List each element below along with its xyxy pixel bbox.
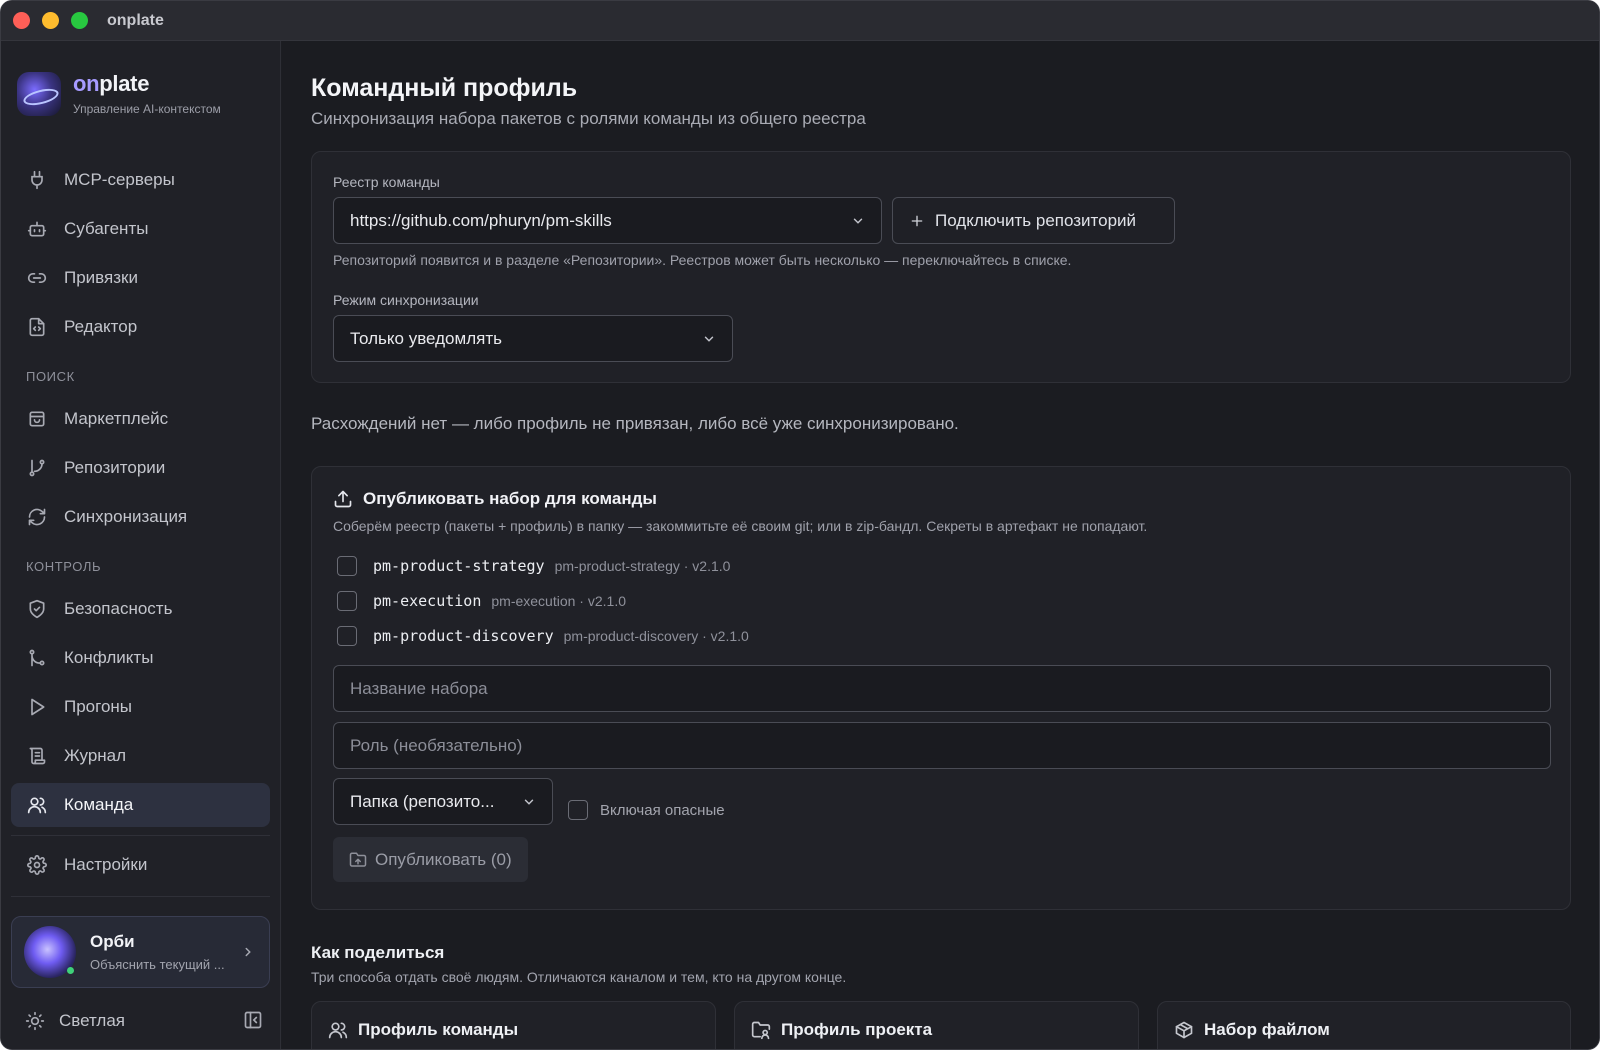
scroll-icon bbox=[26, 745, 48, 767]
sidebar-divider bbox=[11, 835, 270, 836]
link-icon bbox=[26, 267, 48, 289]
include-dangerous-toggle[interactable]: Включая опасные bbox=[568, 800, 725, 820]
git-branch-icon bbox=[26, 457, 48, 479]
registry-card: Реестр команды https://github.com/phuryn… bbox=[311, 151, 1571, 383]
publish-button[interactable]: Опубликовать (0) bbox=[333, 837, 528, 882]
window-title: onplate bbox=[107, 11, 164, 29]
sidebar-item-subagents[interactable]: Субагенты bbox=[11, 207, 270, 251]
chevron-down-icon bbox=[702, 332, 716, 346]
package-checkbox[interactable] bbox=[337, 556, 357, 576]
users-icon bbox=[328, 1020, 348, 1040]
brand-subtitle: Управление AI-контекстом bbox=[73, 102, 221, 116]
minimize-window-button[interactable] bbox=[42, 12, 59, 29]
sidebar-item-runs[interactable]: Прогоны bbox=[11, 685, 270, 729]
page-subtitle: Синхронизация набора пакетов с ролями ко… bbox=[311, 109, 866, 128]
git-merge-icon bbox=[26, 647, 48, 669]
share-card-team-profile[interactable]: Профиль команды bbox=[311, 1001, 716, 1049]
publish-card: Опубликовать набор для команды Соберём р… bbox=[311, 466, 1571, 910]
sun-icon bbox=[25, 1011, 47, 1031]
store-icon bbox=[26, 408, 48, 430]
code-file-icon bbox=[26, 316, 48, 338]
robot-icon bbox=[26, 218, 48, 240]
publish-title: Опубликовать набор для команды bbox=[363, 489, 657, 508]
title-bar: onplate bbox=[1, 1, 1599, 41]
main-content: Командный профиль Синхронизация набора п… bbox=[282, 41, 1599, 1049]
gear-icon bbox=[26, 854, 48, 876]
sidebar-item-marketplace[interactable]: Маркетплейс bbox=[11, 397, 270, 441]
play-icon bbox=[26, 696, 48, 718]
sidebar-item-journal[interactable]: Журнал bbox=[11, 734, 270, 778]
registry-label: Реестр команды bbox=[333, 174, 440, 190]
folder-user-icon bbox=[751, 1020, 771, 1040]
plus-icon bbox=[909, 213, 927, 229]
registry-hint: Репозиторий появится и в разделе «Репози… bbox=[333, 252, 1072, 268]
brand-logo bbox=[17, 71, 61, 116]
chevron-down-icon bbox=[522, 795, 536, 809]
sidebar-item-conflicts[interactable]: Конфликты bbox=[11, 636, 270, 680]
sidebar-item-mcp[interactable]: MCP-серверы bbox=[11, 158, 270, 202]
assistant-card[interactable]: Орби Объяснить текущий ... bbox=[11, 916, 270, 988]
role-input[interactable] bbox=[333, 722, 1551, 769]
sidebar-item-settings[interactable]: Настройки bbox=[11, 843, 270, 887]
sidebar-divider bbox=[11, 896, 270, 897]
refresh-icon bbox=[26, 506, 48, 528]
sidebar: onplate Управление AI-контекстом MCP-сер… bbox=[1, 41, 281, 1049]
shield-icon bbox=[26, 598, 48, 620]
theme-toggle[interactable]: Светлая bbox=[25, 1006, 265, 1036]
share-title: Как поделиться bbox=[311, 943, 445, 962]
brand-name: onplate bbox=[73, 71, 150, 96]
sidebar-collapse-icon[interactable] bbox=[243, 1010, 265, 1032]
section-label-search: ПОИСК bbox=[26, 369, 75, 384]
registry-select[interactable]: https://github.com/phuryn/pm-skills bbox=[333, 197, 882, 244]
page-title: Командный профиль bbox=[311, 74, 578, 102]
chevron-right-icon bbox=[241, 945, 255, 959]
sync-mode-label: Режим синхронизации bbox=[333, 292, 479, 308]
target-select[interactable]: Папка (репозито... bbox=[333, 778, 553, 825]
publish-description: Соберём реестр (пакеты + профиль) в папк… bbox=[333, 518, 1148, 534]
section-label-control: КОНТРОЛЬ bbox=[26, 559, 102, 574]
assistant-name: Орби bbox=[90, 932, 135, 951]
users-icon bbox=[26, 794, 48, 816]
app-window: onplate onplate Управление AI-контекстом… bbox=[0, 0, 1600, 1050]
assistant-avatar bbox=[24, 926, 76, 978]
list-item: pm-product-discovery pm-product-discover… bbox=[337, 625, 749, 647]
connect-repository-button[interactable]: Подключить репозиторий bbox=[892, 197, 1175, 244]
sidebar-item-team[interactable]: Команда bbox=[11, 783, 270, 827]
bundle-name-input[interactable] bbox=[333, 665, 1551, 712]
share-card-bundle-file[interactable]: Набор файлом bbox=[1157, 1001, 1571, 1049]
assistant-description: Объяснить текущий ... bbox=[90, 957, 225, 972]
list-item: pm-product-strategy pm-product-strategy … bbox=[337, 555, 730, 577]
sidebar-item-editor[interactable]: Редактор bbox=[11, 305, 270, 349]
sidebar-item-security[interactable]: Безопасность bbox=[11, 587, 270, 631]
sidebar-item-sync[interactable]: Синхронизация bbox=[11, 495, 270, 539]
upload-icon bbox=[333, 489, 353, 509]
include-dangerous-checkbox[interactable] bbox=[568, 800, 588, 820]
theme-label: Светлая bbox=[59, 1011, 125, 1030]
package-checkbox[interactable] bbox=[337, 626, 357, 646]
brand: onplate Управление AI-контекстом bbox=[17, 71, 221, 116]
package-checkbox[interactable] bbox=[337, 591, 357, 611]
share-subtitle: Три способа отдать своё людям. Отличаютс… bbox=[311, 969, 847, 985]
package-icon bbox=[1174, 1020, 1194, 1040]
folder-upload-icon bbox=[349, 851, 367, 869]
share-card-project-profile[interactable]: Профиль проекта bbox=[734, 1001, 1139, 1049]
list-item: pm-execution pm-execution · v2.1.0 bbox=[337, 590, 626, 612]
plug-icon bbox=[26, 169, 48, 191]
window-controls bbox=[13, 12, 88, 29]
chevron-down-icon bbox=[851, 214, 865, 228]
close-window-button[interactable] bbox=[13, 12, 30, 29]
sidebar-item-repositories[interactable]: Репозитории bbox=[11, 446, 270, 490]
sync-status-text: Расхождений нет — либо профиль не привяз… bbox=[311, 414, 959, 433]
zoom-window-button[interactable] bbox=[71, 12, 88, 29]
sidebar-item-bindings[interactable]: Привязки bbox=[11, 256, 270, 300]
sync-mode-select[interactable]: Только уведомлять bbox=[333, 315, 733, 362]
